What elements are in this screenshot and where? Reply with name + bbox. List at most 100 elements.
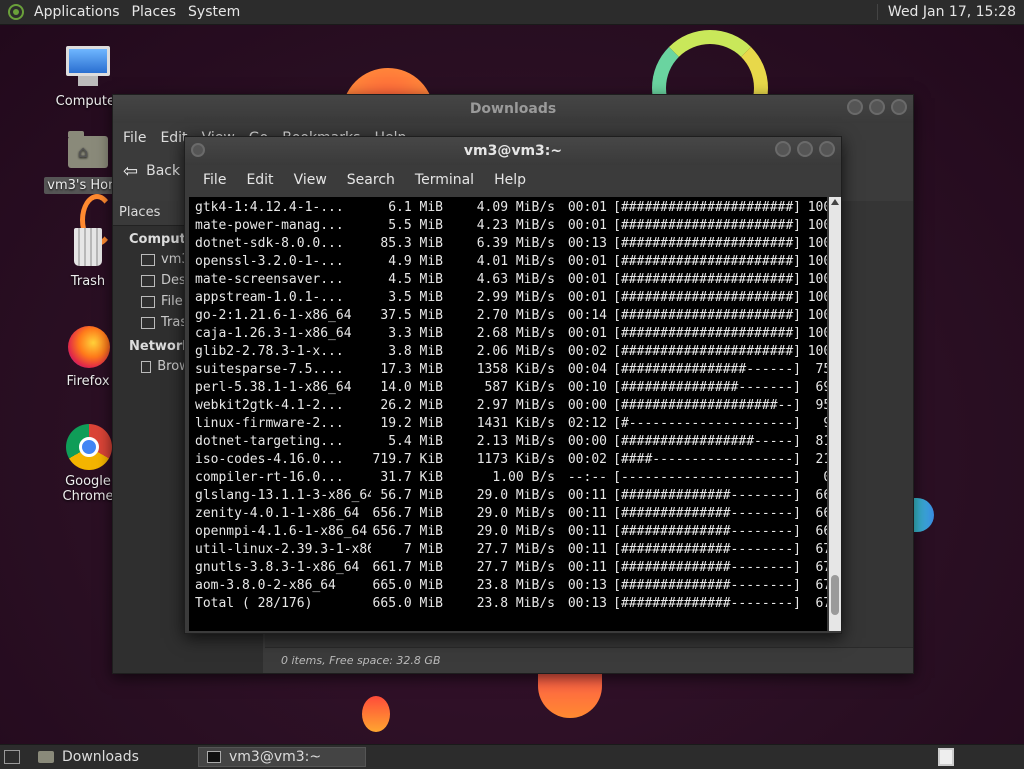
window-title: Downloads: [469, 101, 557, 117]
terminal-cell-rate: 27.7 MiB/s: [476, 560, 555, 575]
terminal-cell-rate: 2.97 MiB/s: [476, 398, 555, 413]
terminal-cell-time: 00:11: [567, 506, 607, 521]
terminal-line: openmpi-4.1.6-1-x86_64 656.7 MiB 29.0 MiB/…: [195, 523, 827, 541]
terminal-cell-pct: 100%: [807, 272, 827, 287]
maximize-button[interactable]: [869, 99, 885, 115]
terminal-line: caja-1.26.3-1-x86_64 3.3 MiB 2.68 MiB/s 00:…: [195, 325, 827, 343]
menu-view[interactable]: View: [284, 172, 337, 188]
terminal-cell-pct: 100%: [807, 344, 827, 359]
terminal-cell-time: 00:00: [567, 434, 607, 449]
terminal-line: compiler-rt-16.0... 31.7 KiB 1.00 B/s --:--…: [195, 469, 827, 487]
terminal-cell-bar: [######################]: [613, 290, 801, 305]
terminal-cell-time: 00:00: [567, 398, 607, 413]
terminal-cell-time: 00:02: [567, 344, 607, 359]
terminal-cell-pct: 81%: [815, 434, 827, 449]
terminal-cell-size: 26.2 MiB: [380, 398, 443, 413]
folder-icon: [38, 751, 54, 763]
file-manager-titlebar[interactable]: Downloads: [113, 95, 913, 123]
menu-terminal[interactable]: Terminal: [405, 172, 484, 188]
terminal-cell-bar: [######################]: [613, 218, 801, 233]
desktop: Computer ⌂ vm3's Home Trash Firefox Goog…: [0, 24, 1024, 744]
terminal-cell-bar: [##############--------]: [613, 524, 801, 539]
terminal-cell-name: compiler-rt-16.0...: [195, 470, 344, 485]
terminal-line: aom-3.8.0-2-x86_64 665.0 MiB 23.8 MiB/s 00:…: [195, 577, 827, 595]
terminal-cell-time: 00:01: [567, 326, 607, 341]
terminal-output[interactable]: gtk4-1:4.12.4-1-... 6.1 MiB 4.09 MiB/s 00:0…: [189, 197, 827, 631]
menu-edit[interactable]: Edit: [236, 172, 283, 188]
terminal-cell-time: 00:11: [567, 488, 607, 503]
back-button[interactable]: ⇦ Back: [123, 161, 180, 182]
terminal-cell-name: linux-firmware-2...: [195, 416, 344, 431]
terminal-cell-pct: 100%: [807, 308, 827, 323]
close-button[interactable]: [891, 99, 907, 115]
terminal-line: webkit2gtk-4.1-2... 26.2 MiB 2.97 MiB/s 00:…: [195, 397, 827, 415]
terminal-cell-pct: 66%: [815, 488, 827, 503]
terminal-cell-time: 00:13: [567, 596, 607, 611]
clock[interactable]: Wed Jan 17, 15:28: [876, 4, 1024, 20]
menu-system[interactable]: System: [182, 4, 246, 20]
terminal-cell-time: 00:01: [567, 218, 607, 233]
terminal-scrollbar[interactable]: [829, 197, 841, 631]
terminal-line: util-linux-2.39.3-1-x86_64 7 MiB 27.7 MiB/…: [195, 541, 827, 559]
terminal-cell-pct: 69%: [815, 380, 827, 395]
terminal-cell-rate: 587 KiB/s: [484, 380, 555, 395]
terminal-cell-bar: [##############--------]: [613, 560, 801, 575]
terminal-titlebar[interactable]: vm3@vm3:~: [185, 137, 841, 165]
terminal-cell-bar: [######################]: [613, 272, 801, 287]
menu-file[interactable]: File: [123, 130, 146, 146]
terminal-cell-name: glib2-2.78.3-1-x...: [195, 344, 344, 359]
terminal-cell-bar: [##############--------]: [613, 596, 801, 611]
terminal-cell-time: 00:13: [567, 236, 607, 251]
terminal-cell-name: openmpi-4.1.6-1-x86_64: [195, 524, 368, 539]
menu-search[interactable]: Search: [337, 172, 405, 188]
terminal-line: mate-screensaver... 4.5 MiB 4.63 MiB/s 00:0…: [195, 271, 827, 289]
terminal-cell-pct: 21%: [815, 452, 827, 467]
menu-file[interactable]: File: [193, 172, 236, 188]
terminal-cell-name: glslang-13.1.1-3-x86_64: [195, 488, 371, 503]
terminal-line: suitesparse-7.5.... 17.3 MiB 1358 KiB/s 00:…: [195, 361, 827, 379]
menu-applications[interactable]: Applications: [28, 4, 126, 20]
terminal-cell-rate: 2.99 MiB/s: [476, 290, 555, 305]
terminal-cell-size: 37.5 MiB: [380, 308, 443, 323]
window-menu-button[interactable]: [191, 143, 205, 157]
terminal-cell-name: suitesparse-7.5....: [195, 362, 344, 377]
terminal-cell-size: 5.5 MiB: [388, 218, 443, 233]
terminal-cell-pct: 9%: [801, 415, 827, 433]
terminal-cell-pct: 95%: [815, 398, 827, 413]
scroll-up-icon[interactable]: [831, 199, 839, 205]
terminal-line: dotnet-sdk-8.0.0... 85.3 MiB 6.39 MiB/s 00:…: [195, 235, 827, 253]
terminal-cell-size: 6.1 MiB: [388, 200, 443, 215]
terminal-cell-pct: 0%: [801, 469, 827, 487]
menu-places[interactable]: Places: [126, 4, 183, 20]
terminal-cell-time: 00:10: [567, 380, 607, 395]
maximize-button[interactable]: [797, 141, 813, 157]
terminal-cell-rate: 2.06 MiB/s: [476, 344, 555, 359]
terminal-cell-pct: 67%: [815, 578, 827, 593]
terminal-cell-bar: [######################]: [613, 308, 801, 323]
minimize-button[interactable]: [775, 141, 791, 157]
minimize-button[interactable]: [847, 99, 863, 115]
status-bar: 0 items, Free space: 32.8 GB: [265, 647, 913, 673]
show-desktop-icon[interactable]: [4, 750, 20, 764]
trash-icon: [141, 316, 155, 329]
terminal-cell-name: aom-3.8.0-2-x86_64: [195, 578, 336, 593]
taskbar-item-terminal[interactable]: vm3@vm3:~: [198, 747, 366, 767]
menu-help[interactable]: Help: [484, 172, 536, 188]
taskbar-item-downloads[interactable]: Downloads: [30, 747, 194, 767]
terminal-cell-bar: [######################]: [613, 236, 801, 251]
chrome-icon: [66, 424, 112, 470]
terminal-cell-bar: [################------]: [613, 362, 801, 377]
terminal-cell-size: 14.0 MiB: [380, 380, 443, 395]
workspace-switcher[interactable]: [938, 748, 954, 766]
terminal-cell-pct: 75%: [815, 362, 827, 377]
terminal-cell-time: 00:11: [567, 560, 607, 575]
terminal-cell-time: 00:01: [567, 272, 607, 287]
scroll-thumb[interactable]: [831, 575, 839, 615]
terminal-line: perl-5.38.1-1-x86_64 14.0 MiB 587 KiB/s 00:…: [195, 379, 827, 397]
close-button[interactable]: [819, 141, 835, 157]
terminal-cell-size: 56.7 MiB: [380, 488, 443, 503]
terminal-cell-name: perl-5.38.1-1-x86_64: [195, 380, 352, 395]
terminal-cell-time: 00:11: [567, 542, 607, 557]
terminal-cell-bar: [#---------------------]: [613, 416, 801, 431]
mate-logo-icon[interactable]: [8, 4, 24, 20]
